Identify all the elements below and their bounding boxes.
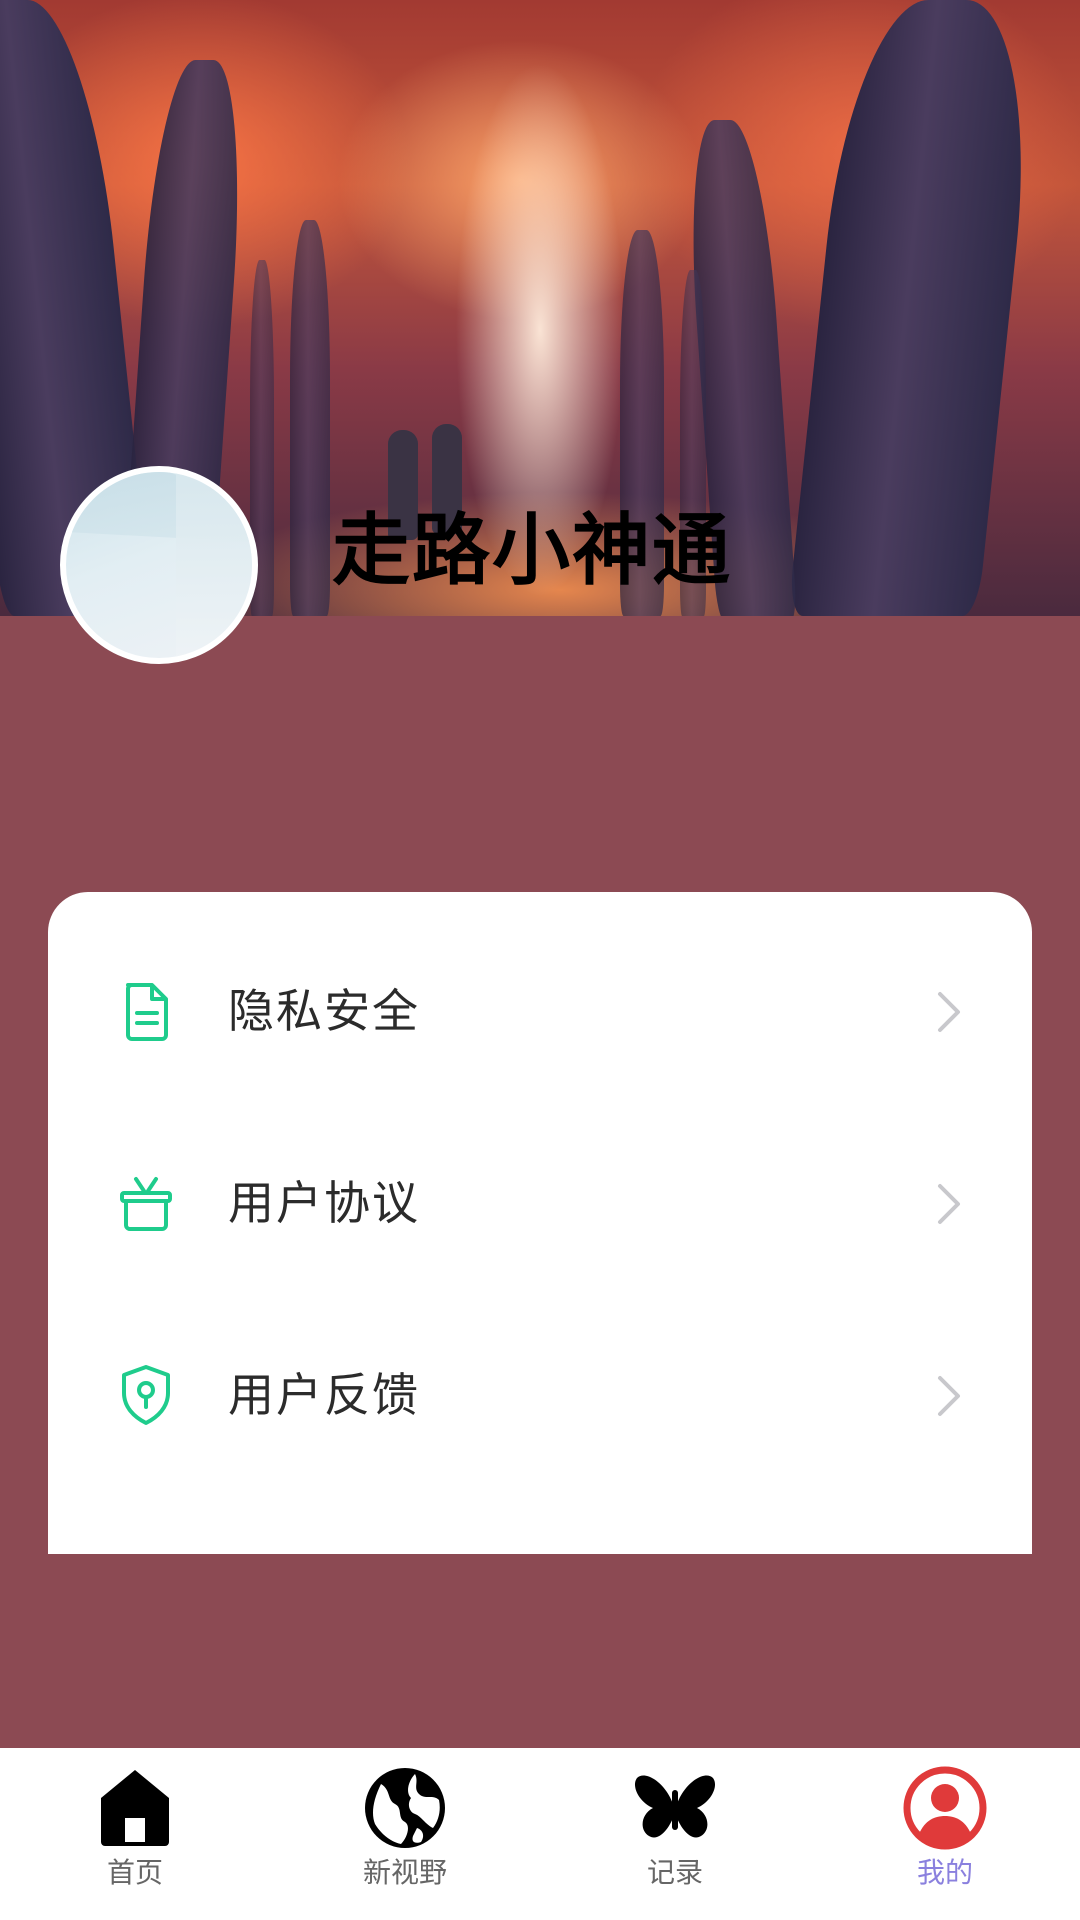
app-title: 走路小神通 [332, 506, 733, 596]
gift-box-icon [114, 1171, 178, 1235]
tab-new-horizon[interactable]: 新视野 [270, 1748, 540, 1920]
document-icon [114, 979, 178, 1043]
avatar[interactable] [60, 466, 258, 664]
chevron-right-icon [928, 990, 968, 1034]
tab-label: 记录 [646, 1856, 703, 1889]
menu-item-label: 用户反馈 [228, 1368, 420, 1422]
profile-screen: 走路小神通 隐私安全 用户协议 用户反馈 首页 新视野 记录 我的 [0, 0, 1080, 1920]
tab-label: 我的 [916, 1856, 973, 1889]
tab-home[interactable]: 首页 [0, 1748, 270, 1920]
user-circle-icon [901, 1764, 989, 1852]
tree-trunk [787, 0, 1043, 616]
tree-trunk [290, 220, 330, 616]
home-icon [91, 1764, 179, 1852]
menu-item-privacy[interactable]: 隐私安全 [48, 946, 1032, 1076]
menu-item-label: 用户协议 [228, 1176, 420, 1230]
globe-icon [361, 1764, 449, 1852]
butterfly-icon [631, 1764, 719, 1852]
chevron-right-icon [928, 1182, 968, 1226]
tab-label: 新视野 [362, 1856, 447, 1889]
chevron-right-icon [928, 1374, 968, 1418]
bottom-tab-bar: 首页 新视野 记录 我的 [0, 1748, 1080, 1920]
tab-records[interactable]: 记录 [540, 1748, 810, 1920]
shield-key-icon [114, 1363, 178, 1427]
menu-item-label: 隐私安全 [228, 984, 420, 1038]
tab-mine[interactable]: 我的 [810, 1748, 1080, 1920]
menu-item-user-agreement[interactable]: 用户协议 [48, 1138, 1032, 1268]
tab-label: 首页 [106, 1856, 163, 1889]
avatar-facet [176, 472, 252, 658]
menu-item-user-feedback[interactable]: 用户反馈 [48, 1330, 1032, 1460]
